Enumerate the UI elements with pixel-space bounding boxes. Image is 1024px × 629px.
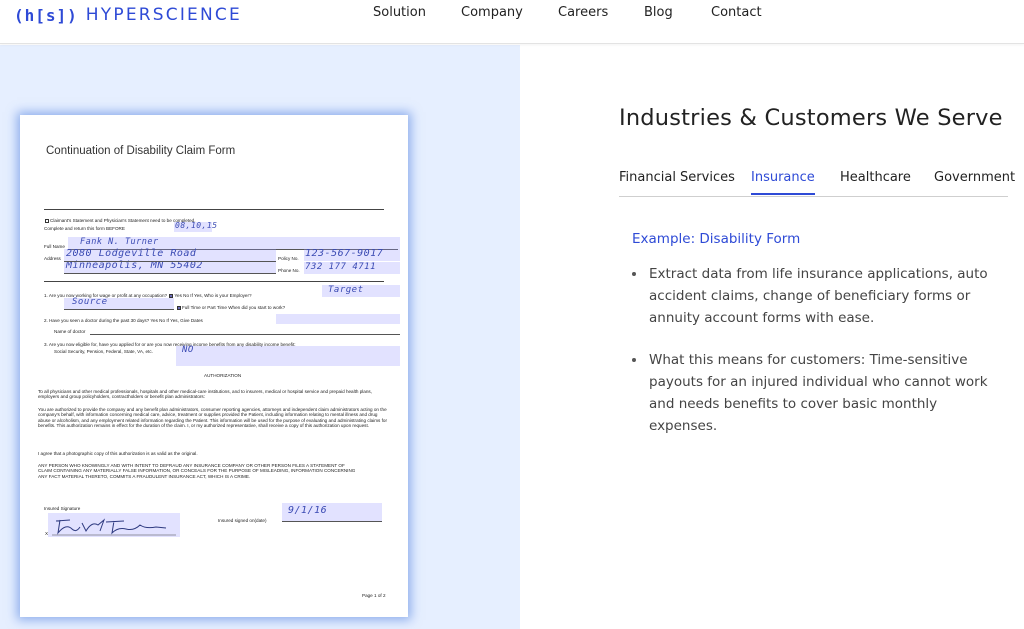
- section-title: Industries & Customers We Serve: [619, 105, 1003, 131]
- policy-value: 123-567-9017: [305, 248, 384, 259]
- fullname-value: Fank N. Turner: [80, 237, 159, 247]
- logo-mark: (h[s]): [14, 5, 78, 25]
- address-label: Address: [44, 256, 61, 261]
- q2-doctor-label: Name of doctor: [54, 329, 86, 334]
- auth-paragraph-2: You are authorized to provide the compan…: [38, 407, 387, 429]
- signed-date-label: Insured signed on(date): [218, 518, 267, 523]
- form-return-label: Complete and return this form BEFORE: [44, 226, 125, 231]
- auth-paragraph-3: I agree that a photographic copy of this…: [38, 451, 198, 456]
- nav-careers[interactable]: Careers: [558, 5, 608, 20]
- tab-healthcare[interactable]: Healthcare: [840, 170, 911, 185]
- policy-label: Policy No.: [278, 256, 299, 261]
- list-item: Extract data from life insurance applica…: [632, 263, 1007, 329]
- nav-contact[interactable]: Contact: [711, 5, 762, 20]
- field-highlight: [176, 346, 400, 366]
- logo-wordmark: HYPERSCIENCE: [85, 5, 242, 25]
- site-header: (h[s]) HYPERSCIENCE Solution Company Car…: [0, 0, 1024, 44]
- tab-financial-services[interactable]: Financial Services: [619, 170, 735, 185]
- auth-heading: AUTHORIZATION: [204, 373, 242, 378]
- employer-value: Target: [328, 285, 364, 295]
- bullet-icon: [632, 272, 636, 276]
- form-underline: [64, 273, 276, 274]
- signed-date-value: 9/1/16: [288, 505, 328, 516]
- form-underline: [90, 334, 400, 335]
- form-underline: [64, 261, 276, 262]
- industries-section: Industries & Customers We Serve Financia…: [520, 45, 1024, 629]
- hyperscience-logo[interactable]: (h[s]) HYPERSCIENCE: [14, 5, 242, 25]
- address-value-1: 2080 Lodgeville Road: [66, 248, 197, 259]
- benefit-list: Extract data from life insurance applica…: [632, 263, 1007, 457]
- fullname-label: Full Name: [44, 244, 65, 249]
- active-tab-indicator: [751, 193, 815, 195]
- employer-source-value: Source: [72, 297, 108, 307]
- bullet-icon: [632, 358, 636, 362]
- form-underline: [64, 309, 174, 310]
- auth-paragraph-4: ANY PERSON WHO KNOWINGLY AND WITH INTENT…: [38, 463, 356, 479]
- disability-claim-form-image: Continuation of Disability Claim Form Cl…: [20, 115, 408, 617]
- page-number: Page 1 of 2: [362, 593, 386, 598]
- form-rule: [44, 281, 384, 282]
- example-link[interactable]: Example: Disability Form: [632, 231, 800, 247]
- signature-x: X: [45, 531, 49, 536]
- nav-company[interactable]: Company: [461, 5, 523, 20]
- industry-tabs: Financial Services Insurance Healthcare …: [619, 165, 1015, 197]
- signature-scribble: [52, 518, 176, 536]
- q1-time-label: Full Time or Part Time When did you star…: [176, 305, 285, 310]
- signature-label: Insured Signature: [44, 506, 81, 511]
- q3-sub-label: Social Security, Pension, Federal, State…: [54, 349, 153, 354]
- return-date-value: 08,10,15: [175, 221, 218, 230]
- auth-paragraph-1: To all physicians and other medical prof…: [38, 389, 372, 400]
- q3-value: NO: [182, 345, 194, 355]
- form-underline: [282, 521, 382, 522]
- list-item: What this means for customers: Time-sens…: [632, 349, 1007, 437]
- phone-value: 732 177 4711: [305, 262, 377, 272]
- form-rule: [44, 209, 384, 210]
- form-title: Continuation of Disability Claim Form: [46, 145, 236, 157]
- tab-government[interactable]: Government: [934, 170, 1015, 185]
- nav-solution[interactable]: Solution: [373, 5, 426, 20]
- tab-insurance[interactable]: Insurance: [751, 170, 815, 195]
- form-preview-panel: Continuation of Disability Claim Form Cl…: [0, 45, 520, 629]
- nav-blog[interactable]: Blog: [644, 5, 673, 20]
- form-checkbox-line: Claimant's Statement and Physician's Sta…: [44, 218, 196, 223]
- field-highlight: [276, 314, 400, 324]
- phone-label: Phone No.: [278, 268, 300, 273]
- q2-label: 2. Have you seen a doctor during the pas…: [44, 318, 203, 323]
